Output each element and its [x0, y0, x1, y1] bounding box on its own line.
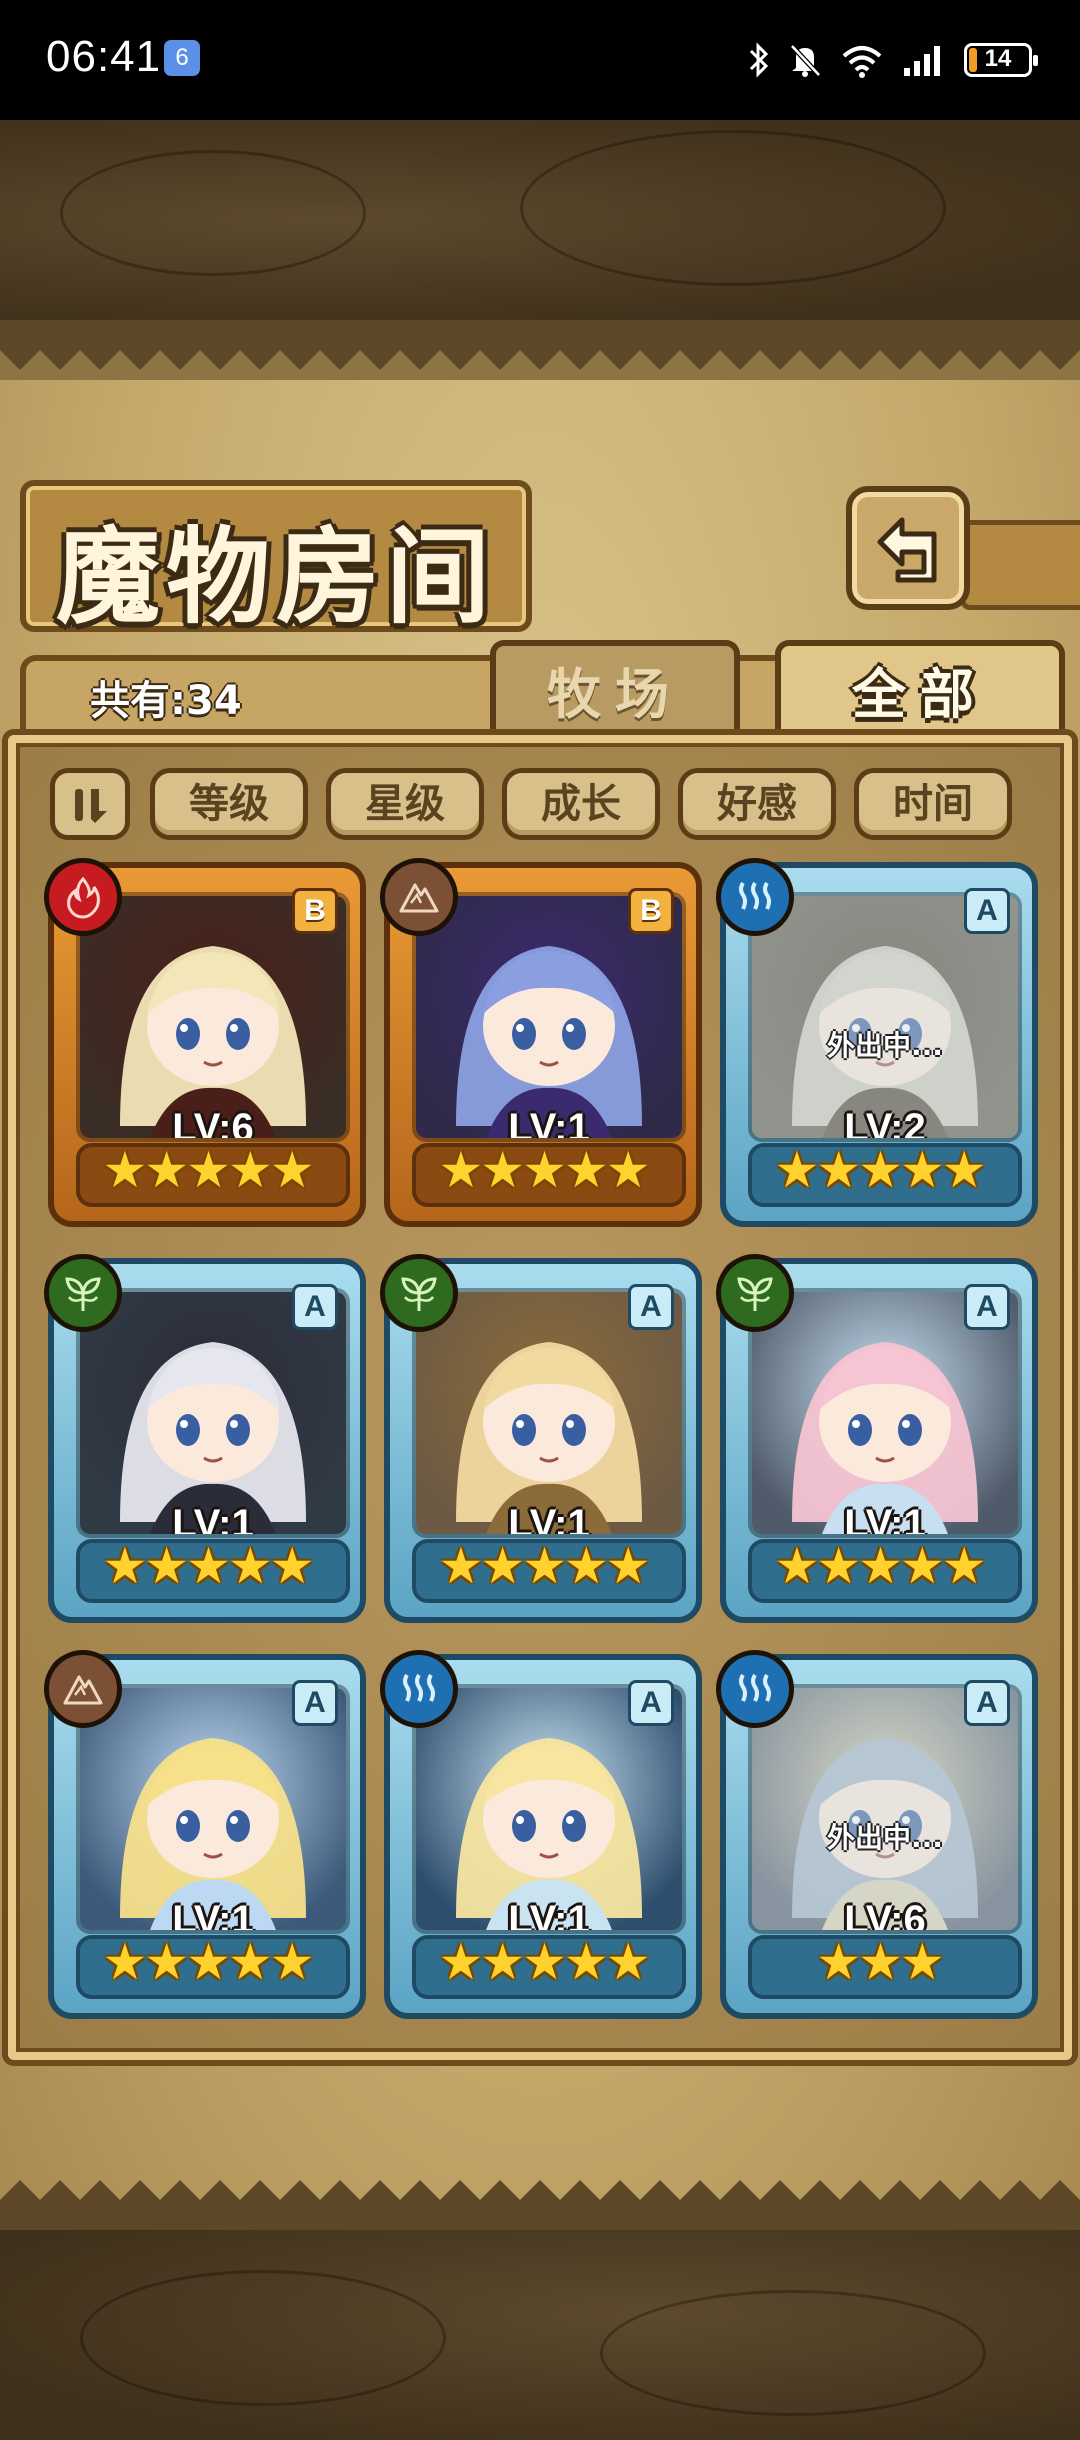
- monster-level: LV:1: [508, 1898, 590, 1934]
- monster-away-status: 外出中...: [827, 1029, 943, 1062]
- earth-element-icon: [44, 1650, 122, 1728]
- monster-grade: A: [628, 1284, 674, 1330]
- monster-card[interactable]: LV:1 ★★★★★ A: [44, 1650, 366, 2019]
- wifi-icon: [842, 46, 882, 78]
- monster-grade: B: [292, 888, 338, 934]
- monster-level: LV:1: [844, 1502, 926, 1538]
- monster-level: LV:6: [844, 1898, 926, 1934]
- star-rating: ★★★★★: [774, 1537, 986, 1595]
- water-element-icon: [716, 858, 794, 936]
- monster-card[interactable]: LV:6 ★★★★★ B: [44, 858, 366, 1227]
- app-notification-icon: 6: [164, 40, 200, 76]
- star-rating: ★★★★★: [438, 1141, 650, 1199]
- star-rating: ★★★: [816, 1933, 944, 1991]
- map-background-bottom: [0, 2230, 1080, 2440]
- sort-order-icon: [75, 789, 107, 823]
- monster-grade: A: [964, 888, 1010, 934]
- mute-bell-icon: [790, 44, 821, 77]
- sort-star-button[interactable]: 星级: [326, 768, 484, 840]
- monster-grade: A: [292, 1284, 338, 1330]
- monster-level: LV:1: [508, 1502, 590, 1538]
- monster-card[interactable]: LV:1 ★★★★★ A: [380, 1650, 702, 2019]
- star-rating: ★★★★★: [438, 1933, 650, 1991]
- monster-card[interactable]: LV:1 ★★★★★ A: [44, 1254, 366, 1623]
- monster-level: LV:2: [844, 1106, 926, 1142]
- plant-element-icon: [44, 1254, 122, 1332]
- status-bar: 06:41 6 14: [0, 0, 1080, 120]
- monster-level: LV:6: [172, 1106, 254, 1142]
- sort-affection-button[interactable]: 好感: [678, 768, 836, 840]
- monster-grade: A: [628, 1680, 674, 1726]
- monster-grade: B: [628, 888, 674, 934]
- page-title: 魔物房间: [56, 515, 497, 638]
- monster-card[interactable]: LV:1 ★★★★★ A: [716, 1254, 1038, 1623]
- monster-level: LV:1: [172, 1502, 254, 1538]
- monster-card[interactable]: LV:1 ★★★★★ B: [380, 858, 702, 1227]
- monster-grade: A: [964, 1680, 1010, 1726]
- map-background-top: [0, 120, 1080, 320]
- status-icons: 14: [748, 36, 1038, 84]
- monster-away-status: 外出中...: [827, 1821, 943, 1854]
- back-arrow-icon: [877, 517, 937, 583]
- monster-level: LV:1: [172, 1898, 254, 1934]
- battery-indicator: 14: [964, 43, 1038, 77]
- back-button[interactable]: [846, 486, 970, 610]
- monster-card[interactable]: LV:2 外出中... ★★★★★ A: [716, 858, 1038, 1227]
- monster-grade: A: [964, 1284, 1010, 1330]
- star-rating: ★★★★★: [774, 1141, 986, 1199]
- star-rating: ★★★★★: [438, 1537, 650, 1595]
- monster-level: LV:1: [508, 1106, 590, 1142]
- sort-growth-button[interactable]: 成长: [502, 768, 660, 840]
- monster-card[interactable]: LV:1 ★★★★★ A: [380, 1254, 702, 1623]
- tab-pasture[interactable]: 牧场: [490, 640, 740, 740]
- back-button-rail: [960, 520, 1080, 610]
- monster-card[interactable]: LV:6 外出中... ★★★ A: [716, 1650, 1038, 2019]
- status-time: 06:41: [46, 32, 162, 81]
- battery-level: 14: [984, 45, 1012, 72]
- water-element-icon: [716, 1650, 794, 1728]
- bluetooth-icon: [749, 42, 769, 78]
- signal-icon: [904, 46, 940, 76]
- plant-element-icon: [716, 1254, 794, 1332]
- tab-all[interactable]: 全部: [775, 640, 1065, 750]
- fire-element-icon: [44, 858, 122, 936]
- plant-element-icon: [380, 1254, 458, 1332]
- monster-count: 共有:34: [90, 678, 242, 724]
- star-rating: ★★★★★: [102, 1537, 314, 1595]
- water-element-icon: [380, 1650, 458, 1728]
- zigzag-edge-top: [0, 320, 1080, 380]
- sort-time-button[interactable]: 时间: [854, 768, 1012, 840]
- monster-grade: A: [292, 1680, 338, 1726]
- star-rating: ★★★★★: [102, 1141, 314, 1199]
- earth-element-icon: [380, 858, 458, 936]
- sort-order-toggle[interactable]: [50, 768, 130, 840]
- zigzag-edge-bottom: [0, 2180, 1080, 2230]
- star-rating: ★★★★★: [102, 1933, 314, 1991]
- sort-level-button[interactable]: 等级: [150, 768, 308, 840]
